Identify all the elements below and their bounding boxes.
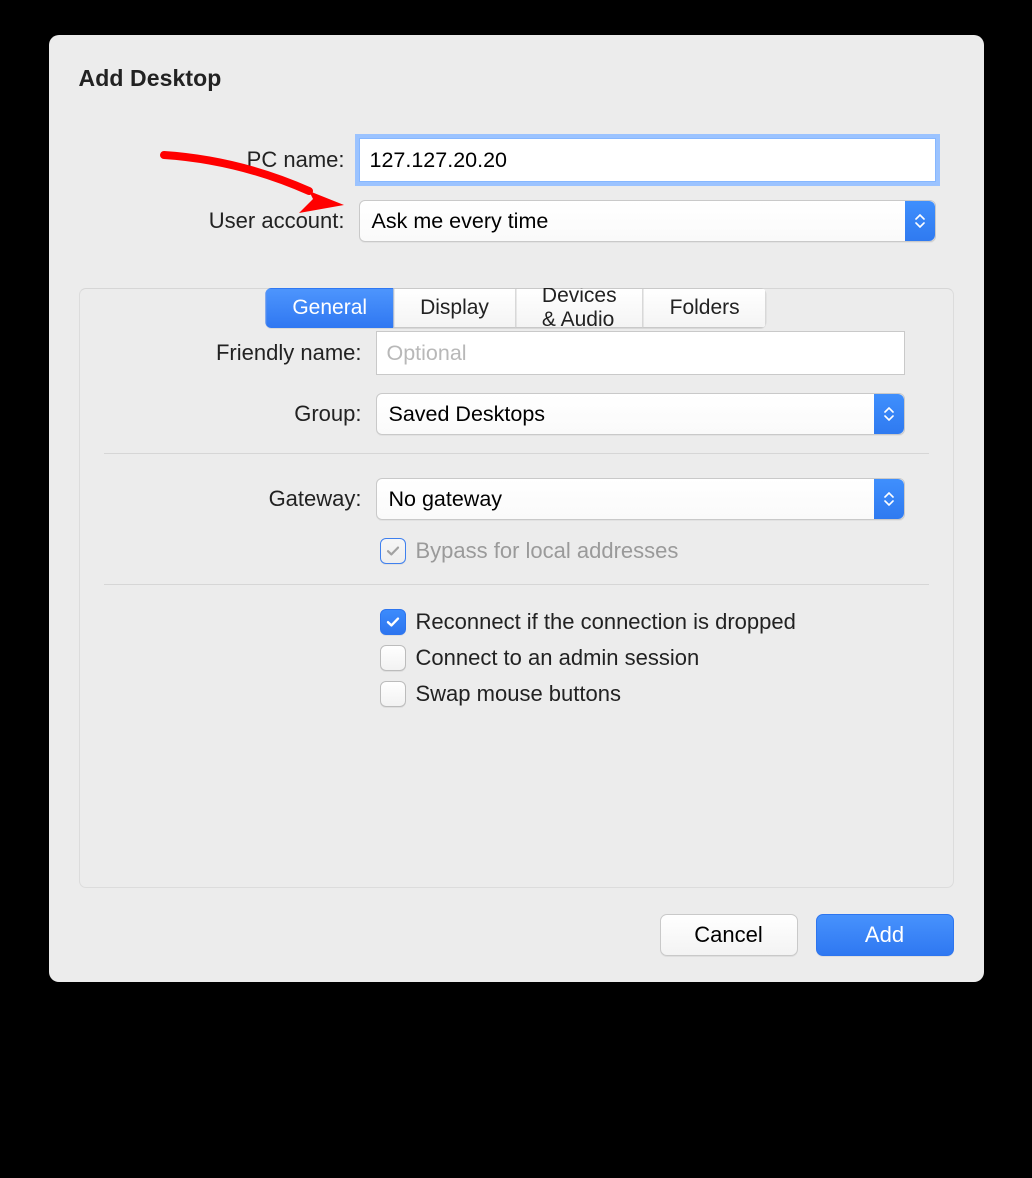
bypass-label: Bypass for local addresses <box>416 538 679 564</box>
dialog-footer: Cancel Add <box>79 914 954 956</box>
swap-mouse-row: Swap mouse buttons <box>80 681 953 707</box>
updown-icon <box>874 394 904 434</box>
add-button[interactable]: Add <box>816 914 954 956</box>
separator <box>104 584 929 585</box>
swap-mouse-label: Swap mouse buttons <box>416 681 621 707</box>
friendly-name-input[interactable] <box>376 331 905 375</box>
group-select[interactable]: Saved Desktops <box>376 393 905 435</box>
pc-name-row: PC name: <box>79 138 954 182</box>
user-account-select[interactable]: Ask me every time <box>359 200 936 242</box>
tab-folders[interactable]: Folders <box>643 288 767 328</box>
pc-name-label: PC name: <box>79 147 359 173</box>
cancel-button[interactable]: Cancel <box>660 914 798 956</box>
group-row: Group: Saved Desktops <box>80 393 953 435</box>
reconnect-row: Reconnect if the connection is dropped <box>80 609 953 635</box>
admin-session-checkbox[interactable] <box>380 645 406 671</box>
tab-general[interactable]: General <box>265 288 393 328</box>
updown-icon <box>874 479 904 519</box>
user-account-label: User account: <box>79 208 359 234</box>
bypass-checkbox <box>380 538 406 564</box>
gateway-row: Gateway: No gateway <box>80 478 953 520</box>
add-desktop-window: Add Desktop PC name: User account: Ask m… <box>49 35 984 982</box>
swap-mouse-checkbox[interactable] <box>380 681 406 707</box>
reconnect-checkbox[interactable] <box>380 609 406 635</box>
gateway-select[interactable]: No gateway <box>376 478 905 520</box>
tab-strip: General Display Devices & Audio Folders <box>265 288 766 328</box>
tab-display[interactable]: Display <box>393 288 515 328</box>
group-value: Saved Desktops <box>389 402 546 427</box>
user-account-value: Ask me every time <box>372 209 549 234</box>
friendly-name-row: Friendly name: <box>80 331 953 375</box>
gateway-label: Gateway: <box>104 486 376 512</box>
user-account-row: User account: Ask me every time <box>79 200 954 242</box>
reconnect-label: Reconnect if the connection is dropped <box>416 609 796 635</box>
gateway-value: No gateway <box>389 487 503 512</box>
pc-name-input[interactable] <box>359 138 936 182</box>
tab-pane-general: Friendly name: Group: Saved Desktops <box>79 288 954 888</box>
admin-session-label: Connect to an admin session <box>416 645 700 671</box>
admin-session-row: Connect to an admin session <box>80 645 953 671</box>
bypass-row: Bypass for local addresses <box>80 538 953 564</box>
updown-icon <box>905 201 935 241</box>
tab-devices-audio[interactable]: Devices & Audio <box>515 288 643 328</box>
dialog-title: Add Desktop <box>79 65 954 92</box>
group-label: Group: <box>104 401 376 427</box>
friendly-name-label: Friendly name: <box>104 340 376 366</box>
separator <box>104 453 929 454</box>
